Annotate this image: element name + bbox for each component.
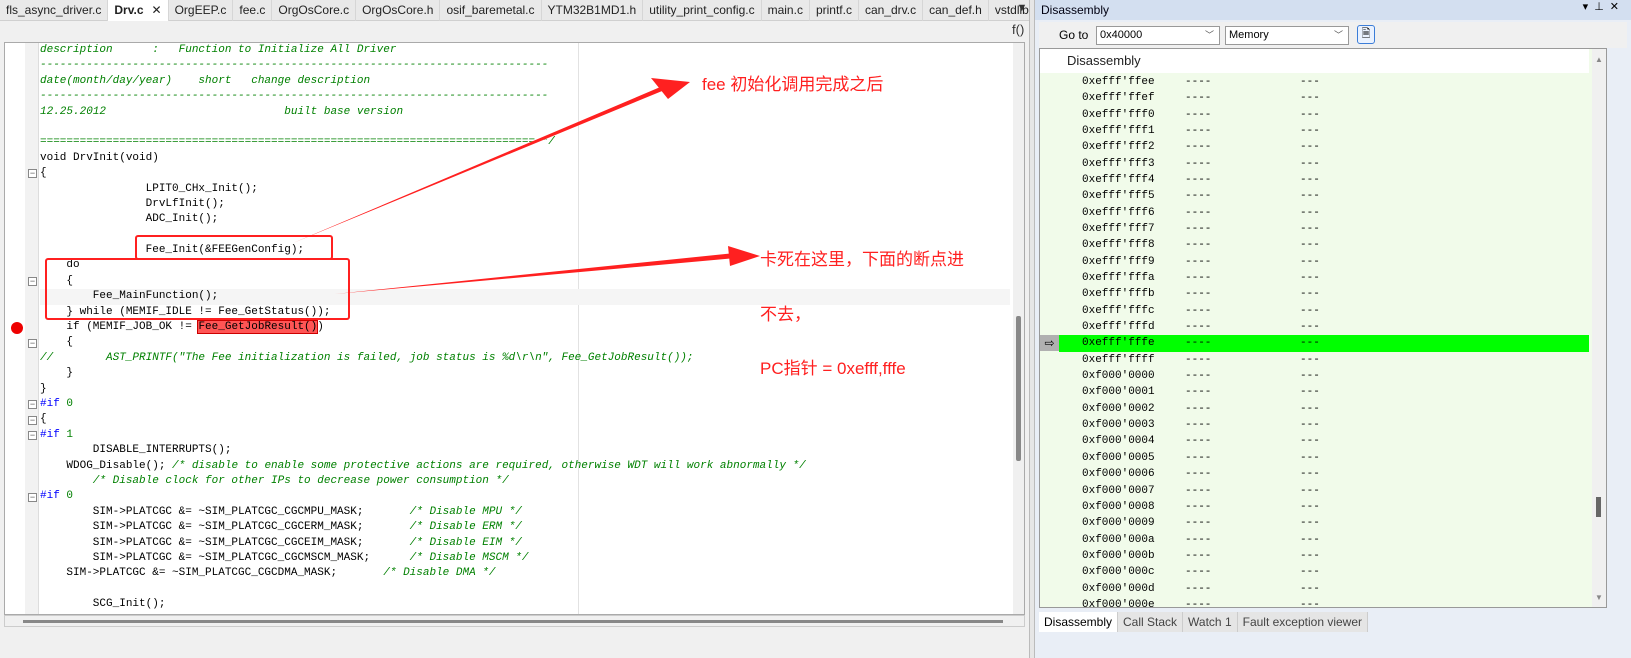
annotation-overlay: [45, 78, 760, 320]
arrow-to-note2: [335, 253, 736, 294]
annotation-note3: 不去，: [760, 305, 811, 324]
annotation-note4: PC指针 = 0xefff,fffe: [760, 359, 906, 378]
arrowhead-icon: [728, 246, 760, 266]
annotation-note1: fee 初始化调用完成之后: [702, 75, 884, 94]
annotation-note2: 卡死在这里，下面的断点进: [760, 250, 964, 269]
arrow-to-note1: [293, 85, 667, 243]
fee-init-highlight-box: [135, 235, 333, 260]
do-while-highlight-box: [45, 258, 350, 320]
